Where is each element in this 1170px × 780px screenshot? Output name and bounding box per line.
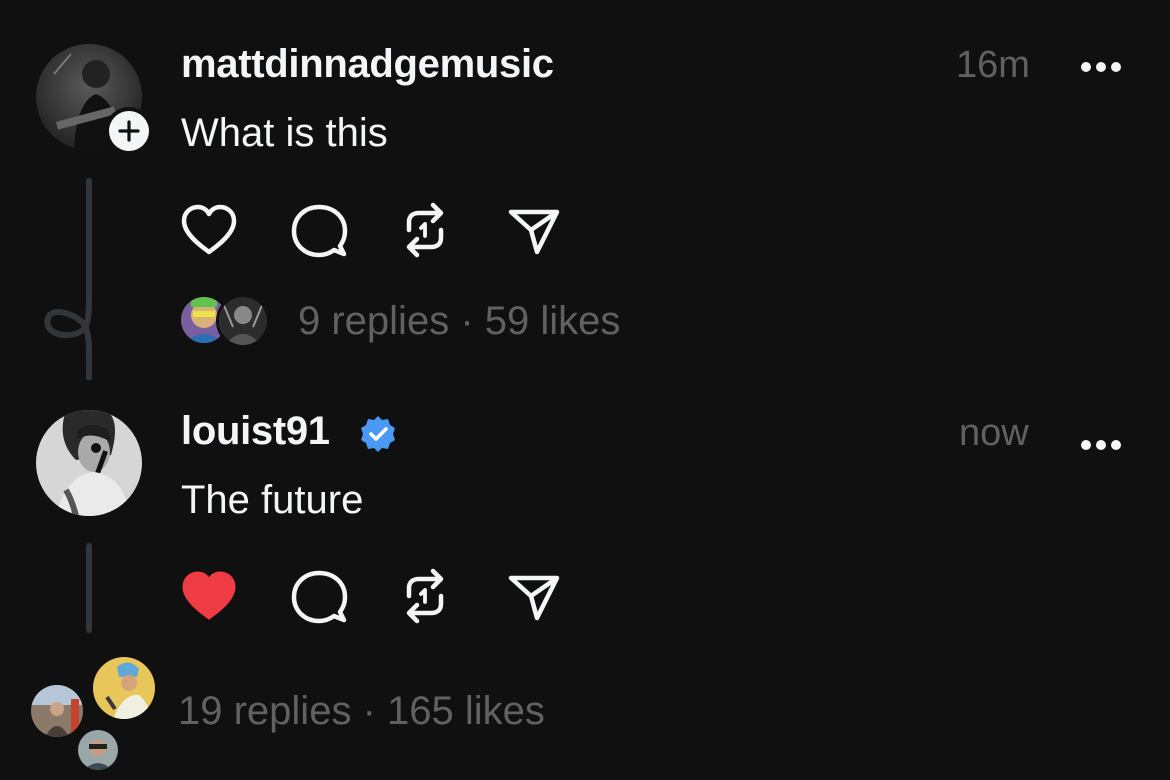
thread-line: [86, 178, 92, 298]
repost-icon: [406, 568, 444, 624]
repost-button[interactable]: [393, 198, 457, 262]
heart-icon: [182, 571, 236, 620]
comment-icon: [291, 204, 348, 258]
follow-button[interactable]: [105, 107, 153, 155]
reply-button[interactable]: [287, 199, 351, 263]
plus-icon: [118, 120, 140, 142]
stats-separator: ·: [460, 299, 474, 343]
likes-count[interactable]: 59 likes: [485, 299, 621, 343]
timestamp: now: [959, 412, 1029, 454]
stats-separator: ·: [362, 689, 376, 733]
replier-avatar: [28, 682, 86, 740]
post-text: The future: [181, 478, 364, 522]
repost-button[interactable]: [393, 564, 457, 628]
post-text: What is this: [181, 111, 388, 155]
avatar[interactable]: [36, 410, 142, 516]
timestamp: 16m: [956, 44, 1030, 86]
replier-avatar: [216, 294, 270, 348]
share-icon: [508, 209, 560, 255]
share-button[interactable]: [501, 565, 565, 629]
like-button[interactable]: [177, 198, 241, 262]
share-button[interactable]: [501, 199, 565, 263]
post-stats[interactable]: 19 replies · 165 likes: [178, 689, 545, 734]
username[interactable]: louist91: [181, 409, 330, 454]
heart-icon: [181, 204, 237, 255]
replies-count[interactable]: 9 replies: [298, 299, 449, 343]
more-icon[interactable]: [1080, 47, 1122, 81]
repost-icon: [406, 202, 444, 258]
reply-button[interactable]: [287, 565, 351, 629]
likes-count[interactable]: 165 likes: [387, 689, 545, 733]
post-stats[interactable]: 9 replies · 59 likes: [298, 299, 620, 344]
thread-line: [86, 543, 92, 633]
comment-icon: [291, 570, 348, 624]
replier-avatar: [90, 654, 158, 722]
thread-loop-icon: [44, 290, 93, 380]
share-icon: [508, 575, 560, 621]
like-button[interactable]: [177, 564, 241, 628]
more-icon[interactable]: [1080, 425, 1122, 459]
verified-badge-icon: [361, 416, 395, 452]
replier-avatar: [75, 727, 121, 773]
username[interactable]: mattdinnadgemusic: [181, 42, 554, 87]
replies-count[interactable]: 19 replies: [178, 689, 351, 733]
